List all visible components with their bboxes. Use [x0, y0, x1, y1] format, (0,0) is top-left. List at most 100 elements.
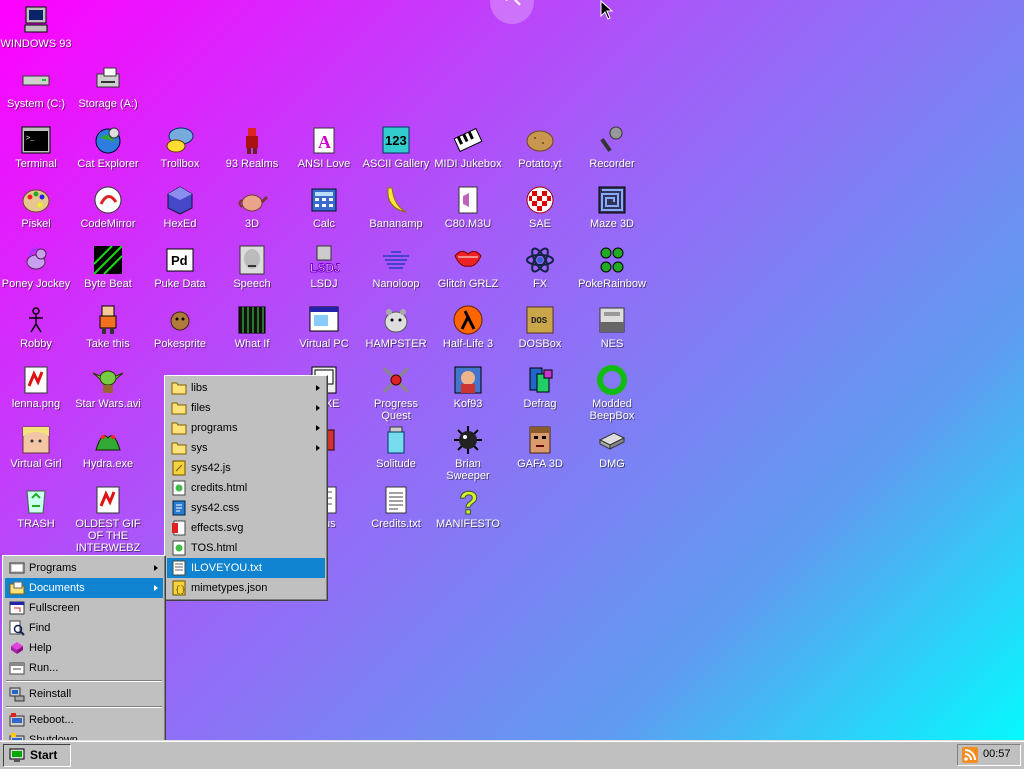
start-menu-documents[interactable]: Documents — [5, 578, 163, 598]
submenu-arrow-icon — [316, 405, 320, 411]
rss-icon[interactable] — [962, 747, 978, 763]
desktop-icon-codemirror[interactable]: CodeMirror — [72, 184, 144, 244]
documents-item-programs[interactable]: programs — [167, 418, 325, 438]
desktop-icon-hexed[interactable]: HexEd — [144, 184, 216, 244]
desktop-icon-dosbox[interactable]: DOS DOSBox — [504, 304, 576, 364]
desktop-icon-bananamp[interactable]: Bananamp — [360, 184, 432, 244]
documents-item-iloveyou-txt[interactable]: ILOVEYOU.txt — [167, 558, 325, 578]
desktop-icon-trollbox[interactable]: Trollbox — [144, 124, 216, 184]
documents-item-libs[interactable]: libs — [167, 378, 325, 398]
desktop-icon-byte-beat[interactable]: Byte Beat — [72, 244, 144, 304]
desktop-icon-brian-sweeper[interactable]: Brian Sweeper — [432, 424, 504, 484]
desktop-icon-virtual-pc[interactable]: Virtual PC — [288, 304, 360, 364]
start-menu-help[interactable]: Help — [5, 638, 163, 658]
desktop-icon-hampster[interactable]: HAMPSTER — [360, 304, 432, 364]
banana-icon — [387, 187, 407, 213]
documents-item-mimetypes-json[interactable]: {} mimetypes.json — [167, 578, 325, 598]
gameboy-icon: LSDJ — [310, 245, 340, 276]
desktop-icon-hydra-exe[interactable]: Hydra.exe — [72, 424, 144, 484]
desktop-icon-3d[interactable]: 3D — [216, 184, 288, 244]
desktop-icon-piskel[interactable]: Piskel — [0, 184, 72, 244]
start-menu-programs[interactable]: Programs — [5, 558, 163, 578]
desktop-icon-lenna-png[interactable]: lenna.png — [0, 364, 72, 424]
text-file-icon — [385, 486, 407, 514]
svg-text:>_: >_ — [26, 135, 35, 143]
start-menu: Programs Documents Fullscreen Find Help … — [2, 555, 166, 753]
desktop-icon-ascii-gallery[interactable]: 123 ASCII Gallery — [360, 124, 432, 184]
desktop-icon-poney-jockey[interactable]: Poney Jockey — [0, 244, 72, 304]
desktop-icon-pokesprite[interactable]: Pokesprite — [144, 304, 216, 364]
desktop-icon-progress-quest[interactable]: Progress Quest — [360, 364, 432, 424]
start-button[interactable]: Start — [3, 744, 71, 767]
desktop-icon-manifesto[interactable]: ? MANIFESTO — [432, 484, 504, 544]
desktop-icon-credits-txt[interactable]: Credits.txt — [360, 484, 432, 544]
desktop-icon-kof93[interactable]: Kof93 — [432, 364, 504, 424]
desktop-icon-storage-a[interactable]: Storage (A:) — [72, 64, 144, 124]
desktop-icon-potato-yt[interactable]: Potato.yt — [504, 124, 576, 184]
start-menu-find[interactable]: Find — [5, 618, 163, 638]
lambda-icon — [453, 305, 483, 335]
txt-file-icon — [172, 560, 186, 576]
find-icon — [9, 620, 25, 636]
terminal-icon: >_ — [21, 126, 51, 154]
start-menu-run[interactable]: Run... — [5, 658, 163, 678]
folder-icon — [171, 422, 187, 435]
virtual-girl-icon — [22, 426, 50, 454]
desktop-icon-cat-explorer[interactable]: Cat Explorer — [72, 124, 144, 184]
fullscreen-icon — [9, 601, 25, 615]
desktop-icon-what-if[interactable]: What If — [216, 304, 288, 364]
desktop-icon-robby[interactable]: Robby — [0, 304, 72, 364]
desktop-icon-half-life-3[interactable]: Half-Life 3 — [432, 304, 504, 364]
desktop-icon-star-wars-avi[interactable]: Star Wars.avi — [72, 364, 144, 424]
desktop-icon-maze-3d[interactable]: Maze 3D — [576, 184, 648, 244]
documents-item-credits-html[interactable]: credits.html — [167, 478, 325, 498]
desktop-icon-solitude[interactable]: Solitude — [360, 424, 432, 484]
desktop-icon-puke-data[interactable]: Pd Puke Data — [144, 244, 216, 304]
desktop-icon-oldest-gif[interactable]: OLDEST GIF OF THE INTERWEBZ — [72, 484, 144, 554]
submenu-arrow-icon — [316, 445, 320, 451]
desktop-icon-recorder[interactable]: Recorder — [576, 124, 648, 184]
desktop-icon-gafa-3d[interactable]: GAFA 3D — [504, 424, 576, 484]
submenu-arrow-icon — [316, 425, 320, 431]
desktop-icon-defrag[interactable]: Defrag — [504, 364, 576, 424]
desktop-icon-nanoloop[interactable]: Nanoloop — [360, 244, 432, 304]
desktop-icon-fx[interactable]: FX — [504, 244, 576, 304]
desktop-icon-ansi-love[interactable]: A ANSI Love — [288, 124, 360, 184]
documents-item-tos-html[interactable]: TOS.html — [167, 538, 325, 558]
desktop-icon-virtual-girl[interactable]: Virtual Girl — [0, 424, 72, 484]
desktop-icon-midi-jukebox[interactable]: MIDI Jukebox — [432, 124, 504, 184]
pokemon-icon — [170, 311, 190, 331]
desktop-icon-windows93[interactable]: WINDOWS 93 — [0, 4, 72, 64]
desktop-icon-terminal[interactable]: >_ Terminal — [0, 124, 72, 184]
documents-item-effects-svg[interactable]: effects.svg — [167, 518, 325, 538]
desktop-icon-take-this[interactable]: Take this — [72, 304, 144, 364]
desktop-icon-speech[interactable]: Speech — [216, 244, 288, 304]
dosbox-icon: DOS — [526, 306, 554, 334]
question-mark-icon: ? — [459, 485, 480, 517]
documents-item-sys[interactable]: sys — [167, 438, 325, 458]
start-logo-icon — [9, 748, 25, 762]
documents-item-sys42-css[interactable]: sys42.css — [167, 498, 325, 518]
desktop-icon-glitch-grlz[interactable]: Glitch GRLZ — [432, 244, 504, 304]
css-file-icon — [172, 500, 186, 516]
desktop-icon-trash[interactable]: TRASH — [0, 484, 72, 544]
desktop-icon-dmg[interactable]: DMG — [576, 424, 648, 484]
help-icon — [11, 642, 23, 654]
desktop-icon-lsdj[interactable]: LSDJ LSDJ — [288, 244, 360, 304]
desktop-icon-93-realms[interactable]: 93 Realms — [216, 124, 288, 184]
yoda-icon — [92, 370, 124, 393]
documents-item-sys42-js[interactable]: sys42.js — [167, 458, 325, 478]
documents-item-files[interactable]: files — [167, 398, 325, 418]
desktop-icon-pokerainbow[interactable]: PokeRainbow — [576, 244, 648, 304]
desktop-icon-nes[interactable]: NES — [576, 304, 648, 364]
start-menu-reinstall[interactable]: Reinstall — [5, 684, 163, 704]
svg-text:123: 123 — [385, 133, 407, 148]
desktop-icon-sae[interactable]: SAE — [504, 184, 576, 244]
start-menu-fullscreen[interactable]: Fullscreen — [5, 598, 163, 618]
desktop-icon-calc[interactable]: Calc — [288, 184, 360, 244]
start-menu-reboot[interactable]: Reboot... — [5, 710, 163, 730]
desktop-icon-system-c[interactable]: System (C:) — [0, 64, 72, 124]
desktop-icon-modded-beepbox[interactable]: Modded BeepBox — [576, 364, 648, 424]
pull-down-tab[interactable] — [490, 0, 534, 24]
desktop-icon-c80-m3u[interactable]: C80.M3U — [432, 184, 504, 244]
